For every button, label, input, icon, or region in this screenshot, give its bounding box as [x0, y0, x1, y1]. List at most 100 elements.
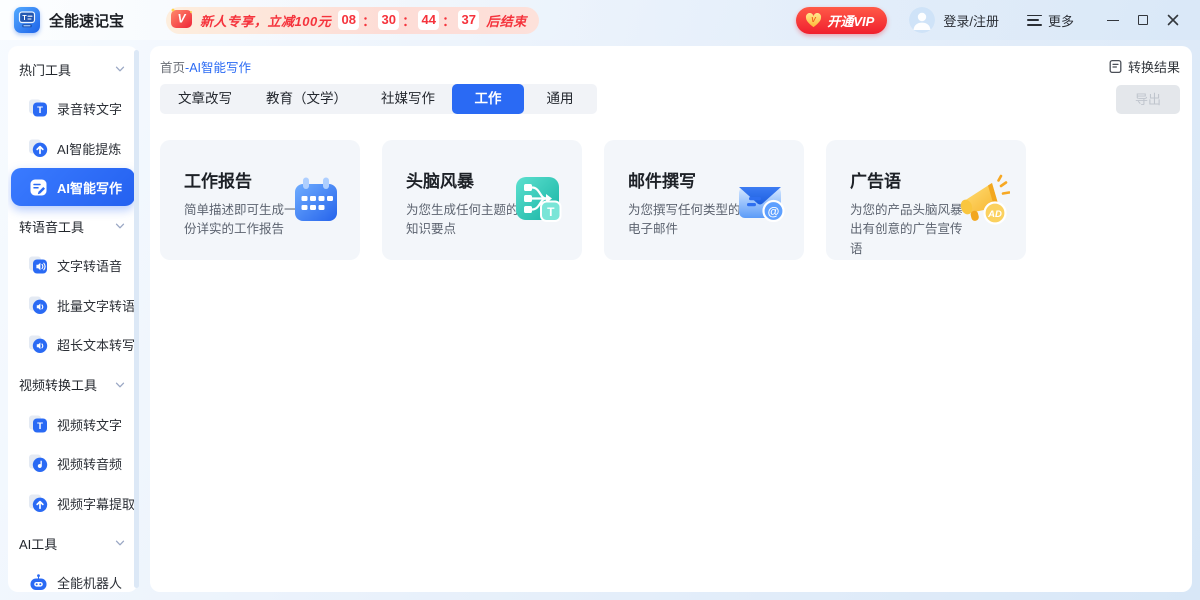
svg-text:T: T: [37, 105, 43, 116]
sidebar-item[interactable]: T 视频转文字: [8, 405, 138, 445]
sidebar-item-label: 视频字幕提取: [57, 494, 135, 513]
sidebar-item[interactable]: 超长文本转写: [8, 325, 138, 365]
sidebar-item-label: 文字转语音: [57, 256, 122, 275]
sidebar-item-label: 全能机器人: [57, 573, 122, 592]
sidebar-section-label: 视频转换工具: [19, 375, 97, 394]
export-button[interactable]: 导出: [1116, 85, 1180, 114]
template-card[interactable]: 头脑风暴为您生成任何主题的知识要点T: [382, 140, 582, 260]
sidebar-item[interactable]: 批量文字转语音: [8, 286, 138, 326]
tab[interactable]: 社媒写作: [364, 84, 452, 114]
countdown-box: 30: [378, 10, 399, 30]
vip-heart-icon: V: [805, 13, 822, 28]
sidebar-item[interactable]: T 录音转文字: [8, 89, 138, 129]
batch-tts-icon: [28, 295, 49, 316]
sidebar-item-label: 超长文本转写: [57, 335, 135, 354]
promo-countdown: 08：30：44：37: [338, 10, 479, 30]
countdown-separator: ：: [362, 11, 375, 30]
video-to-text-icon: T: [28, 414, 49, 435]
svg-text:T: T: [22, 15, 27, 22]
tab[interactable]: 文章改写: [161, 84, 249, 114]
robot-icon: [28, 572, 49, 592]
sidebar-item-label: 批量文字转语音: [57, 296, 138, 315]
sidebar-item[interactable]: 视频字幕提取: [8, 484, 138, 524]
sidebar: 热门工具 T 录音转文字 AI智能提炼 AI智能写作转语音工具文字转语音批量文字转语音超…: [8, 46, 138, 592]
email-icon: @: [732, 172, 788, 228]
chevron-down-icon: [114, 63, 126, 75]
sidebar-section-label: 转语音工具: [19, 217, 84, 236]
svg-text:T: T: [547, 205, 555, 219]
countdown-separator: ：: [442, 11, 455, 30]
sidebar-item[interactable]: 文字转语音: [8, 246, 138, 286]
chevron-down-icon: [114, 537, 126, 549]
breadcrumb: 首页-AI智能写作: [160, 57, 251, 76]
tab[interactable]: 教育（文学）: [249, 84, 364, 114]
countdown-separator: ：: [402, 11, 415, 30]
sidebar-section-label: 热门工具: [19, 60, 71, 79]
calendar-icon: [288, 172, 344, 228]
avatar[interactable]: [909, 7, 935, 33]
sidebar-item[interactable]: AI智能提炼: [8, 129, 138, 169]
minimize-button[interactable]: [1100, 7, 1126, 33]
mindmap-icon: T: [510, 172, 566, 228]
maximize-button[interactable]: [1130, 7, 1156, 33]
conversion-results-link[interactable]: 转换结果: [1108, 57, 1180, 76]
titlebar-right: V 开通VIP 登录/注册 更多: [796, 7, 1186, 34]
breadcrumb-current: AI智能写作: [189, 61, 251, 75]
template-card[interactable]: 工作报告简单描述即可生成一份详实的工作报告: [160, 140, 360, 260]
sidebar-item[interactable]: AI智能写作: [11, 168, 135, 206]
long-text-icon: [28, 334, 49, 355]
sidebar-section-header[interactable]: AI工具: [8, 523, 138, 563]
sidebar-item[interactable]: 视频转音频: [8, 444, 138, 484]
svg-text:V: V: [178, 12, 187, 26]
promo-text: 新人专享，立减100元: [200, 11, 331, 30]
video-to-audio-icon: [28, 453, 49, 474]
sidebar-item-label: 录音转文字: [57, 99, 122, 118]
close-button[interactable]: [1160, 7, 1186, 33]
tab[interactable]: 通用: [524, 84, 596, 114]
sidebar-item[interactable]: 全能机器人: [8, 563, 138, 592]
sidebar-item-label: AI智能提炼: [57, 139, 121, 158]
app-title: 全能速记宝: [49, 10, 124, 31]
breadcrumb-home[interactable]: 首页: [160, 61, 185, 75]
main-panel: 首页-AI智能写作 转换结果 文章改写教育（文学）社媒写作工作通用 导出 工作报…: [150, 46, 1192, 592]
promo-banner[interactable]: V 新人专享，立减100元 08：30：44：37 后结束: [166, 7, 539, 34]
sidebar-item-label: 视频转音频: [57, 454, 122, 473]
vip-button-label: 开通VIP: [827, 11, 874, 30]
audio-to-text-icon: T: [28, 98, 49, 119]
template-card[interactable]: 邮件撰写为您撰写任何类型的电子邮件@: [604, 140, 804, 260]
sidebar-section-header[interactable]: 视频转换工具: [8, 365, 138, 405]
svg-text:AD: AD: [987, 209, 1002, 220]
sidebar-section-label: AI工具: [19, 534, 57, 553]
more-menu-label: 更多: [1048, 11, 1074, 30]
app-window: T 全能速记宝 V 新人专享，立减100元 08：30：44：37 后结束 V …: [0, 0, 1200, 600]
countdown-box: 44: [418, 10, 439, 30]
more-menu[interactable]: 更多: [1027, 11, 1074, 30]
open-vip-button[interactable]: V 开通VIP: [796, 7, 887, 34]
ai-writing-icon: [28, 177, 49, 198]
svg-text:T: T: [37, 421, 43, 432]
svg-text:@: @: [768, 205, 780, 219]
sidebar-item-label: AI智能写作: [57, 178, 122, 197]
chevron-down-icon: [114, 220, 126, 232]
tab-row: 文章改写教育（文学）社媒写作工作通用 导出: [160, 84, 1180, 114]
maximize-icon: [1138, 15, 1148, 25]
sidebar-item-label: 视频转文字: [57, 415, 122, 434]
subtitle-extract-icon: [28, 493, 49, 514]
chevron-down-icon: [114, 379, 126, 391]
minimize-icon: [1107, 20, 1119, 21]
sidebar-list: 热门工具 T 录音转文字 AI智能提炼 AI智能写作转语音工具文字转语音批量文字转语音超…: [8, 49, 138, 592]
close-icon: [1167, 14, 1179, 26]
sidebar-section-header[interactable]: 热门工具: [8, 49, 138, 89]
login-register-link[interactable]: 登录/注册: [943, 11, 999, 30]
tab[interactable]: 工作: [452, 84, 524, 114]
app-logo-icon: T: [14, 7, 40, 33]
cards-row: 工作报告简单描述即可生成一份详实的工作报告头脑风暴为您生成任何主题的知识要点T邮…: [160, 140, 1180, 260]
sidebar-section-header[interactable]: 转语音工具: [8, 206, 138, 246]
main-header: 首页-AI智能写作 转换结果: [160, 55, 1180, 77]
template-card[interactable]: 广告语为您的产品头脑风暴出有创意的广告宣传语AD: [826, 140, 1026, 260]
sidebar-scrollbar[interactable]: [134, 50, 139, 588]
countdown-box: 37: [458, 10, 479, 30]
menu-icon: [1027, 15, 1042, 26]
document-icon: [1108, 59, 1123, 74]
window-controls: [1096, 7, 1186, 33]
